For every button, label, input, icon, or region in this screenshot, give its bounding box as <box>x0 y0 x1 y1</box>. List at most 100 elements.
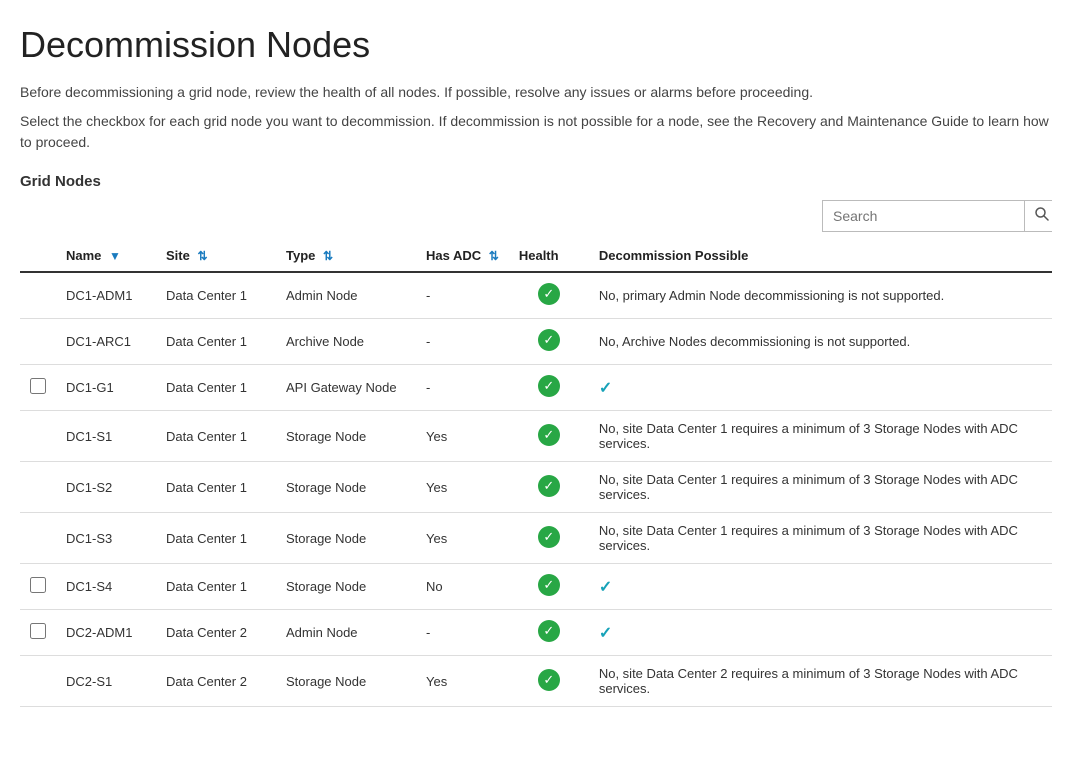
sort-site-icon[interactable]: ⇅ <box>197 249 207 263</box>
row-has-adc: Yes <box>416 656 509 707</box>
table-row: DC1-S4Data Center 1Storage NodeNo✓ <box>20 564 1052 610</box>
row-health <box>509 272 589 319</box>
section-title: Grid Nodes <box>20 173 1052 190</box>
row-checkbox-cell <box>20 564 56 610</box>
row-decommission-possible: No, site Data Center 1 requires a minimu… <box>589 462 1052 513</box>
description-1: Before decommissioning a grid node, revi… <box>20 82 1052 103</box>
col-header-checkbox <box>20 240 56 272</box>
health-green-check-icon <box>538 574 560 596</box>
row-name: DC1-S3 <box>56 513 156 564</box>
row-site: Data Center 2 <box>156 610 276 656</box>
col-header-name: Name ▼ <box>56 240 156 272</box>
search-icon <box>1035 207 1049 221</box>
row-has-adc: Yes <box>416 462 509 513</box>
table-header: Name ▼ Site ⇅ Type ⇅ Has ADC ⇅ Health De… <box>20 240 1052 272</box>
col-header-type: Type ⇅ <box>276 240 416 272</box>
row-site: Data Center 1 <box>156 365 276 411</box>
table-row: DC1-ARC1Data Center 1Archive Node-No, Ar… <box>20 319 1052 365</box>
row-has-adc: - <box>416 365 509 411</box>
table-row: DC2-ADM1Data Center 2Admin Node- ✓ <box>20 610 1052 656</box>
table-row: DC1-S2Data Center 1Storage NodeYes No, si… <box>20 462 1052 513</box>
row-has-adc: - <box>416 319 509 365</box>
row-type: API Gateway Node <box>276 365 416 411</box>
decommission-teal-check-icon: ✓ <box>599 579 612 596</box>
health-green-check-icon <box>538 329 560 351</box>
row-decommission-possible: No, site Data Center 2 requires a minimu… <box>589 656 1052 707</box>
search-bar-row <box>20 200 1052 232</box>
row-health <box>509 656 589 707</box>
row-checkbox-cell <box>20 462 56 513</box>
row-decommission-possible: ✓ <box>589 610 1052 656</box>
row-name: DC2-ADM1 <box>56 610 156 656</box>
sort-type-icon[interactable]: ⇅ <box>323 249 333 263</box>
row-site: Data Center 1 <box>156 513 276 564</box>
col-header-site: Site ⇅ <box>156 240 276 272</box>
row-checkbox[interactable] <box>30 623 46 639</box>
row-type: Storage Node <box>276 411 416 462</box>
row-has-adc: Yes <box>416 411 509 462</box>
row-has-adc: - <box>416 610 509 656</box>
sort-name-down-icon[interactable]: ▼ <box>109 249 121 263</box>
table-row: DC1-S1Data Center 1Storage NodeYes No, si… <box>20 411 1052 462</box>
row-checkbox[interactable] <box>30 378 46 394</box>
row-type: Storage Node <box>276 513 416 564</box>
table-row: DC1-S3Data Center 1Storage NodeYesNo, si… <box>20 513 1052 564</box>
table-row: DC1-ADM1Data Center 1Admin Node- No, prim… <box>20 272 1052 319</box>
row-decommission-possible: ✓ <box>589 564 1052 610</box>
row-name: DC1-ARC1 <box>56 319 156 365</box>
row-site: Data Center 2 <box>156 656 276 707</box>
row-health <box>509 462 589 513</box>
page-title: Decommission Nodes <box>20 24 1052 66</box>
search-button[interactable] <box>1024 201 1059 231</box>
row-checkbox-cell <box>20 365 56 411</box>
row-site: Data Center 1 <box>156 319 276 365</box>
description-2: Select the checkbox for each grid node y… <box>20 111 1052 153</box>
health-green-check-icon <box>538 375 560 397</box>
table-body: DC1-ADM1Data Center 1Admin Node-No, prim… <box>20 272 1052 707</box>
health-green-check-icon <box>538 475 560 497</box>
row-name: DC1-G1 <box>56 365 156 411</box>
decommission-teal-check-icon: ✓ <box>599 625 612 642</box>
col-header-has-adc: Has ADC ⇅ <box>416 240 509 272</box>
row-checkbox-cell <box>20 319 56 365</box>
row-name: DC1-S2 <box>56 462 156 513</box>
row-health <box>509 610 589 656</box>
row-type: Admin Node <box>276 610 416 656</box>
health-green-check-icon <box>538 526 560 548</box>
row-checkbox-cell <box>20 272 56 319</box>
sort-adc-icon[interactable]: ⇅ <box>489 249 499 263</box>
table-row: DC1-G1Data Center 1API Gateway Node- ✓ <box>20 365 1052 411</box>
col-header-decommission-possible: Decommission Possible <box>589 240 1052 272</box>
health-green-check-icon <box>538 669 560 691</box>
row-decommission-possible: No, primary Admin Node decommissioning i… <box>589 272 1052 319</box>
row-checkbox-cell <box>20 656 56 707</box>
row-health <box>509 411 589 462</box>
row-health <box>509 319 589 365</box>
row-site: Data Center 1 <box>156 462 276 513</box>
row-checkbox[interactable] <box>30 577 46 593</box>
decommission-teal-check-icon: ✓ <box>599 380 612 397</box>
row-health <box>509 365 589 411</box>
search-wrapper <box>822 200 1052 232</box>
row-has-adc: No <box>416 564 509 610</box>
row-health <box>509 513 589 564</box>
row-name: DC1-ADM1 <box>56 272 156 319</box>
row-health <box>509 564 589 610</box>
row-has-adc: Yes <box>416 513 509 564</box>
grid-nodes-table: Name ▼ Site ⇅ Type ⇅ Has ADC ⇅ Health De… <box>20 240 1052 707</box>
row-site: Data Center 1 <box>156 272 276 319</box>
health-green-check-icon <box>538 283 560 305</box>
col-header-health: Health <box>509 240 589 272</box>
row-name: DC1-S1 <box>56 411 156 462</box>
row-name: DC1-S4 <box>56 564 156 610</box>
row-decommission-possible: No, site Data Center 1 requires a minimu… <box>589 411 1052 462</box>
row-name: DC2-S1 <box>56 656 156 707</box>
row-type: Storage Node <box>276 462 416 513</box>
row-type: Admin Node <box>276 272 416 319</box>
row-checkbox-cell <box>20 411 56 462</box>
row-site: Data Center 1 <box>156 411 276 462</box>
table-row: DC2-S1Data Center 2Storage NodeYesNo, si… <box>20 656 1052 707</box>
health-green-check-icon <box>538 620 560 642</box>
row-has-adc: - <box>416 272 509 319</box>
search-input[interactable] <box>823 202 1024 230</box>
